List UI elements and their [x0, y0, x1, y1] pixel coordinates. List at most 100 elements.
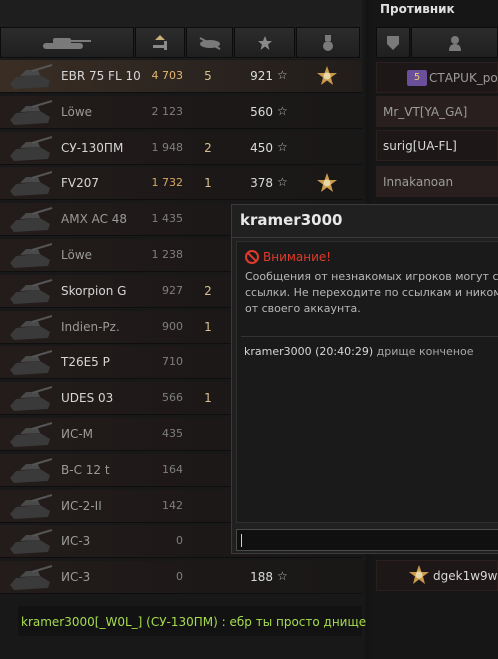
private-chat-window[interactable]: kramer3000 Внимание! Сообщения от незнак… — [231, 204, 498, 554]
xp-value: 188 — [250, 570, 273, 585]
tank-silhouette-icon — [10, 314, 53, 340]
message-author: kramer3000 (20:40:29) — [244, 345, 374, 358]
enemy-team-title: Противник — [380, 2, 455, 16]
enemy-player-name: surig[UA-FL] — [383, 139, 457, 153]
tank-silhouette-icon — [10, 64, 53, 89]
kills-value: 2 — [204, 140, 212, 155]
tank-silhouette-icon — [10, 565, 53, 591]
kills-value: 1 — [204, 391, 212, 406]
damage-column-icon — [153, 34, 167, 50]
tank-name: Löwe — [61, 248, 93, 262]
enemy-player-name: dgek1w9w8 — [433, 569, 498, 583]
damage-value: 710 — [162, 355, 183, 369]
chat-input-field[interactable] — [236, 529, 498, 551]
tank-name: Indien-Pz. — [61, 319, 120, 334]
damage-value: 4 703 — [151, 69, 184, 82]
column-xp-header[interactable] — [234, 27, 295, 58]
text-caret — [241, 534, 242, 547]
damage-value: 164 — [162, 462, 183, 476]
damage-value: 1 732 — [151, 176, 184, 190]
ally-player-row[interactable]: СУ-130ПМ 1 948 2 450 ☆ — [0, 131, 362, 165]
ace-medal-icon[interactable] — [315, 65, 339, 89]
tank-silhouette-icon — [10, 493, 53, 519]
tank-name: AMX AC 48 — [61, 212, 128, 227]
column-kills-header[interactable] — [186, 27, 233, 58]
tank-name: СУ-130ПМ — [61, 140, 124, 155]
chat-title-divider — [232, 237, 498, 238]
star-icon: ☆ — [277, 569, 288, 584]
kills-column-icon — [199, 36, 220, 50]
kills-value: 1 — [204, 176, 212, 191]
enemy-vehicle-header[interactable] — [376, 27, 410, 58]
damage-value: 566 — [162, 391, 183, 405]
chat-message-area[interactable]: Внимание! Сообщения от незнакомых игроко… — [236, 241, 498, 523]
damage-value: 2 123 — [151, 104, 184, 118]
tank-name: ИС-3 — [61, 570, 91, 585]
chat-window-title: kramer3000 — [240, 211, 343, 229]
tank-name: ИС-2-II — [61, 498, 102, 513]
damage-value: 142 — [162, 498, 183, 512]
tank-silhouette-icon — [10, 243, 53, 268]
ally-player-row[interactable]: Löwe 2 123 560 ☆ — [0, 95, 362, 129]
tank-name: Löwe — [61, 104, 93, 119]
column-damage-header[interactable] — [135, 27, 185, 58]
medal-column-icon — [323, 34, 333, 51]
tank-silhouette-icon — [10, 135, 53, 161]
enemy-player-name: Innakanoan — [383, 175, 454, 189]
warning-line: от своего аккаунта. — [245, 302, 361, 315]
tank-silhouette-icon — [10, 529, 53, 555]
enemy-player-row[interactable]: 5 СТАРUK_po — [376, 62, 498, 93]
tank-name: ИС-М — [61, 427, 94, 441]
no-entry-icon — [245, 250, 259, 264]
enemy-player-row[interactable]: Innakanoan — [376, 166, 498, 197]
tank-name: B-C 12 t — [61, 462, 110, 477]
message-text: дрище конченое — [376, 345, 474, 358]
enemy-player-row[interactable]: dgek1w9w8 — [376, 560, 498, 591]
star-icon: ☆ — [277, 175, 288, 190]
tank-name: UDES 03 — [61, 391, 114, 406]
tank-silhouette-icon — [10, 422, 53, 447]
ace-medal-icon[interactable] — [407, 564, 431, 588]
tank-silhouette-icon — [10, 457, 53, 483]
column-vehicle-header[interactable] — [0, 27, 134, 58]
enemy-player-name: Mr_VT[YA_GA] — [383, 105, 468, 119]
person-icon — [449, 36, 461, 51]
ally-player-row[interactable]: EBR 75 FL 10 4 703 5 921 ☆ — [0, 60, 362, 93]
tank-silhouette-icon — [10, 386, 53, 412]
xp-value: 560 — [250, 104, 273, 119]
tank-column-icon — [43, 37, 91, 49]
ace-medal-icon[interactable] — [315, 172, 339, 196]
tank-silhouette-icon — [10, 99, 53, 125]
tank-name: ИС-3 — [61, 534, 91, 549]
message-divider — [241, 336, 498, 337]
enemy-player-row[interactable]: surig[UA-FL] — [376, 130, 498, 161]
warning-line: Сообщения от незнакомых игроков могут со — [245, 270, 498, 283]
kills-value: 1 — [204, 319, 212, 334]
damage-value: 927 — [162, 283, 183, 297]
xp-value: 378 — [250, 176, 273, 191]
damage-value: 435 — [162, 427, 183, 440]
tank-name: FV207 — [61, 176, 100, 191]
enemy-player-row[interactable]: Mr_VT[YA_GA] — [376, 96, 498, 127]
warning-title: Внимание! — [263, 250, 332, 264]
xp-value: 450 — [250, 140, 273, 155]
ally-player-row[interactable]: ИС-3 0 188 ☆ — [0, 561, 362, 595]
enemy-player-header[interactable] — [411, 27, 498, 58]
damage-value: 0 — [176, 570, 183, 584]
column-medals-header[interactable] — [296, 27, 360, 58]
damage-value: 1 238 — [151, 248, 184, 261]
battle-chat-line: kramer3000[_W0L_] (СУ-130ПМ) : ебр ты пр… — [21, 615, 367, 629]
star-icon: ☆ — [277, 139, 288, 154]
star-icon: ☆ — [277, 103, 288, 118]
chat-message: kramer3000 (20:40:29) дрище конченое — [244, 345, 474, 358]
warning-line: ссылки. Не переходите по ссылкам и ником… — [245, 286, 498, 299]
warning-text: Сообщения от незнакомых игроков могут со… — [245, 269, 498, 317]
tank-name: EBR 75 FL 10 — [61, 69, 141, 83]
xp-value: 921 — [250, 69, 273, 83]
tank-silhouette-icon — [10, 207, 53, 233]
damage-value: 1 435 — [151, 212, 184, 226]
star-column-icon — [257, 35, 272, 50]
ally-player-row[interactable]: FV207 1 732 1 378 ☆ — [0, 167, 362, 201]
ally-header-row — [0, 0, 362, 59]
tank-silhouette-icon — [10, 278, 53, 304]
